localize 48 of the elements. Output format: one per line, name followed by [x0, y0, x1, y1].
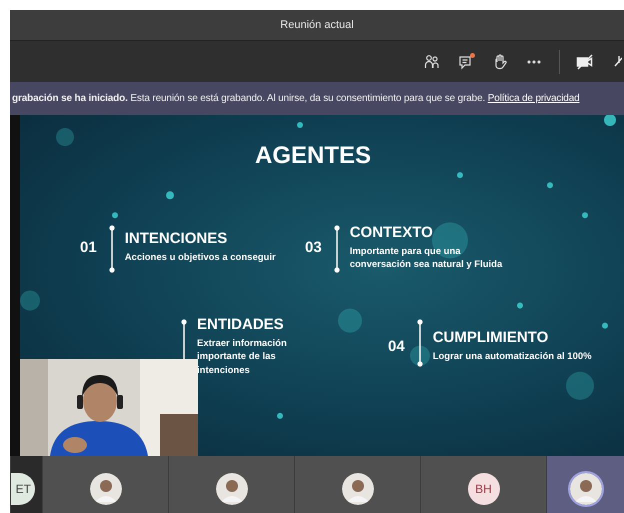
avatar-icon [216, 473, 248, 505]
bokeh-light [20, 290, 40, 311]
item-description: Extraer información importante de las intenciones [197, 337, 288, 377]
avatar-icon [570, 473, 602, 505]
participant-tile[interactable] [294, 456, 420, 513]
bokeh-light [410, 346, 430, 366]
bokeh-light [517, 302, 523, 309]
bokeh-light [112, 212, 118, 218]
bokeh-light [166, 191, 174, 200]
camera-off-icon[interactable] [576, 52, 594, 70]
bokeh-light [277, 412, 283, 419]
timeline-bar-icon [108, 225, 115, 273]
item-description: Acciones u objetivos a conseguir [124, 251, 276, 265]
timeline-bar-icon [334, 225, 340, 273]
bokeh-light [457, 172, 463, 178]
avatar-icon [342, 473, 374, 505]
bokeh-light [602, 322, 608, 329]
recording-notice: grabación se ha iniciado. Esta reunión se está grabando. Al unirse, da su consentimiento para que se grabe. Política de privacidad [11, 93, 580, 104]
item-number: 04 [388, 338, 405, 355]
avatar: ET [11, 473, 35, 505]
privacy-link[interactable]: Política de privacidad [488, 93, 580, 104]
item-description: Importante para que una conversación sea natural y Fluida [350, 244, 504, 272]
participant-tile[interactable] [546, 456, 624, 513]
participant-tile[interactable]: ET [10, 456, 42, 513]
bokeh-light [582, 212, 588, 218]
item-title: CONTEXTO [350, 224, 434, 241]
bokeh-light [566, 372, 594, 400]
timeline-bar-icon [416, 319, 423, 367]
item-number: 01 [80, 239, 97, 256]
bokeh-light [297, 122, 303, 128]
participant-tile[interactable] [42, 456, 168, 513]
avatar-icon [90, 473, 122, 505]
bokeh-light [56, 128, 74, 146]
avatar: BH [468, 473, 500, 505]
bokeh-light [338, 308, 362, 333]
item-title: CUMPLIMIENTO [432, 329, 550, 346]
bokeh-light [547, 182, 553, 188]
slide-title: AGENTES [254, 142, 372, 170]
bokeh-light [604, 115, 616, 126]
participant-tile[interactable]: BH [420, 456, 546, 513]
item-description: Lograr una automatización al 100% [432, 350, 592, 364]
item-title: ENTIDADES [197, 316, 285, 333]
participant-tile[interactable] [168, 456, 294, 513]
window-title: Reunión actual [280, 19, 354, 31]
item-title: INTENCIONES [124, 230, 228, 248]
chat-icon[interactable] [457, 52, 475, 70]
participants-icon[interactable] [423, 52, 441, 70]
item-number: 03 [305, 239, 322, 256]
